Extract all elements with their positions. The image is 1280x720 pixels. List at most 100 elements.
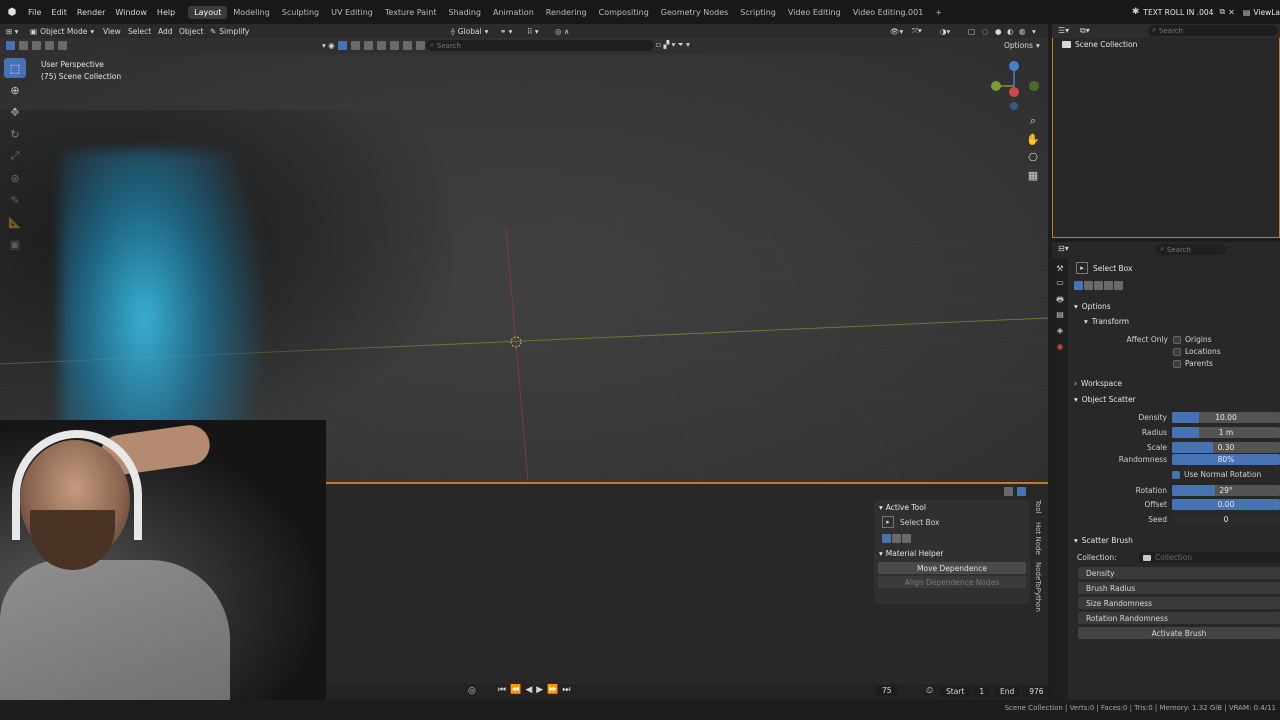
outliner[interactable] <box>1052 24 1280 238</box>
output-tab-icon[interactable]: 🖶 <box>1052 294 1068 310</box>
menu-view[interactable]: View <box>103 25 121 37</box>
tab-texture-paint[interactable]: Texture Paint <box>379 6 443 19</box>
current-frame-field[interactable]: 75 <box>876 685 898 696</box>
tab-scripting[interactable]: Scripting <box>734 6 782 19</box>
outliner-editor-type-icon[interactable]: ☰▾ <box>1058 26 1069 35</box>
menu-select[interactable]: Select <box>128 25 151 37</box>
render-tab-icon[interactable]: ▭ <box>1052 278 1068 294</box>
world-tab-icon[interactable]: ◉ <box>1052 342 1068 358</box>
prev-keyframe-icon[interactable]: ⏪ <box>510 685 521 695</box>
brush-radius-button[interactable]: Brush Radius <box>1078 582 1280 594</box>
seed-field[interactable]: 0 <box>1172 514 1280 525</box>
zoom-icon[interactable]: ⌕ <box>1024 112 1042 130</box>
shading-rendered-icon[interactable]: ◍ <box>1019 25 1026 37</box>
tab-compositing[interactable]: Compositing <box>593 6 655 19</box>
rotation-randomness-button[interactable]: Rotation Randomness <box>1078 612 1280 624</box>
workspace-panel-header[interactable]: › Workspace <box>1074 377 1122 390</box>
affect-parents-checkbox[interactable] <box>1173 359 1181 368</box>
cursor-tool-icon[interactable]: ⊕ <box>4 80 26 100</box>
editor-corner-icons[interactable] <box>1004 487 1027 498</box>
menu-file[interactable]: File <box>23 8 46 17</box>
outliner-scene-collection[interactable]: Scene Collection <box>1062 40 1137 49</box>
xray-icon[interactable]: ▢ <box>968 25 975 37</box>
orientation-dropdown[interactable]: ⟠ Global ▾ <box>451 25 488 37</box>
scale-slider[interactable]: 0.30 <box>1172 442 1280 453</box>
add-workspace-button[interactable]: + <box>929 6 948 19</box>
tab-rendering[interactable]: Rendering <box>540 6 593 19</box>
radius-slider[interactable]: 1 m <box>1172 427 1280 438</box>
camera-view-icon[interactable]: ⎔ <box>1024 148 1042 166</box>
pivot-icon[interactable]: ⚭ ▾ <box>500 25 512 37</box>
shading-options-icon[interactable]: ▾ <box>1032 25 1036 37</box>
play-reverse-icon[interactable]: ◀ <box>525 685 532 695</box>
scene-name[interactable]: TEXT ROLL IN .004 <box>1143 8 1213 17</box>
delete-scene-icon[interactable]: ✕ <box>1228 8 1235 17</box>
menu-window[interactable]: Window <box>110 8 152 17</box>
use-normal-rotation-checkbox[interactable] <box>1172 470 1180 479</box>
editor-type-icon[interactable]: ⊞ ▾ <box>6 25 18 37</box>
record-icon[interactable]: ◎ <box>468 686 476 696</box>
viewport-search-input[interactable]: ⌕ Search <box>426 40 654 51</box>
view-layer-icon[interactable]: ▤ <box>1243 8 1251 17</box>
material-helper-header[interactable]: ▾ Material Helper <box>874 546 1030 560</box>
offset-slider[interactable]: 0.00 <box>1172 499 1280 510</box>
scene-tab-icon[interactable]: ◈ <box>1052 326 1068 342</box>
size-randomness-button[interactable]: Size Randomness <box>1078 597 1280 609</box>
outliner-search-input[interactable]: ⌕ Search <box>1148 25 1278 36</box>
simplify-button[interactable]: ✎ Simplify <box>210 25 249 37</box>
blender-logo-icon[interactable]: ⬢ <box>4 4 20 20</box>
scene-icon[interactable]: ✱ <box>1132 7 1140 17</box>
tab-hot-node[interactable]: Hot Node <box>1034 522 1042 555</box>
outliner-filter-icon[interactable]: ⧉▾ <box>1080 26 1090 36</box>
object-scatter-panel-header[interactable]: ▾ Object Scatter <box>1074 393 1136 406</box>
active-tool-header[interactable]: ▾ Active Tool <box>874 500 1030 514</box>
tab-modeling[interactable]: Modeling <box>227 6 275 19</box>
jump-start-icon[interactable]: ⏮ <box>498 685 506 695</box>
grid-view-icon[interactable]: ▦ <box>1024 166 1042 184</box>
select-box-tool-icon[interactable]: ⬚ <box>4 58 26 78</box>
align-dependence-button[interactable]: Align Dependence Nodes <box>878 576 1026 588</box>
options-dropdown[interactable]: Options ▾ <box>1004 39 1040 51</box>
filter-icons[interactable]: ▾ ◉ <box>322 39 426 51</box>
tab-video-editing-001[interactable]: Video Editing.001 <box>847 6 930 19</box>
visibility-icon[interactable]: 👁▾ <box>890 25 903 37</box>
end-frame-field[interactable]: End 976 <box>994 686 1050 697</box>
object-mode-dropdown[interactable]: ▣ Object Mode ▾ <box>30 25 94 37</box>
affect-origins-checkbox[interactable] <box>1173 335 1181 344</box>
activate-brush-button[interactable]: Activate Brush <box>1078 627 1280 639</box>
tab-animation[interactable]: Animation <box>487 6 540 19</box>
tab-video-editing[interactable]: Video Editing <box>782 6 847 19</box>
view-layer-tab-icon[interactable]: ▤ <box>1052 310 1068 326</box>
select-mode-icons[interactable] <box>874 530 1030 546</box>
view-layer-name[interactable]: ViewLa <box>1253 8 1280 17</box>
active-tool-row[interactable]: ▸ Select Box <box>874 514 1030 530</box>
jump-end-icon[interactable]: ⏭ <box>562 685 570 695</box>
menu-object[interactable]: Object <box>179 25 203 37</box>
tab-uv-editing[interactable]: UV Editing <box>325 6 379 19</box>
properties-search-input[interactable]: ⌕ Search <box>1156 244 1226 255</box>
play-icon[interactable]: ▶ <box>536 685 543 695</box>
properties-select-mode-icons[interactable] <box>1074 281 1124 292</box>
options-panel-header[interactable]: ▾ Options <box>1074 300 1111 313</box>
tab-geometry-nodes[interactable]: Geometry Nodes <box>655 6 734 19</box>
select-mode-icons[interactable] <box>6 39 68 51</box>
start-frame-field[interactable]: Start 1 <box>940 686 991 697</box>
next-keyframe-icon[interactable]: ⏩ <box>547 685 558 695</box>
proportional-edit-icon[interactable]: ◎ ∧ <box>555 25 569 37</box>
pan-hand-icon[interactable]: ✋ <box>1024 130 1042 148</box>
menu-help[interactable]: Help <box>152 8 180 17</box>
brush-density-button[interactable]: Density <box>1078 567 1280 579</box>
tab-sculpting[interactable]: Sculpting <box>276 6 325 19</box>
preview-range-icon[interactable]: ⏲ <box>926 686 933 696</box>
scatter-brush-panel-header[interactable]: ▾ Scatter Brush <box>1074 534 1133 547</box>
shading-wireframe-icon[interactable]: ◌ <box>982 25 989 37</box>
affect-locations-checkbox[interactable] <box>1173 347 1181 356</box>
transform-panel-header[interactable]: ▾ Transform <box>1084 315 1129 328</box>
randomness-slider[interactable]: 80% <box>1172 454 1280 465</box>
gizmo-toggle-icon[interactable]: ⤧▾ <box>912 25 922 37</box>
tool-tab-icon[interactable]: ⚒ <box>1052 264 1068 278</box>
density-slider[interactable]: 10.00 <box>1172 412 1280 423</box>
tab-layout[interactable]: Layout <box>188 5 228 19</box>
tab-tool[interactable]: Tool <box>1034 500 1042 514</box>
filter-toggle-icons[interactable]: ▫ ▞ ▾ ⏷ ▾ <box>656 39 690 51</box>
